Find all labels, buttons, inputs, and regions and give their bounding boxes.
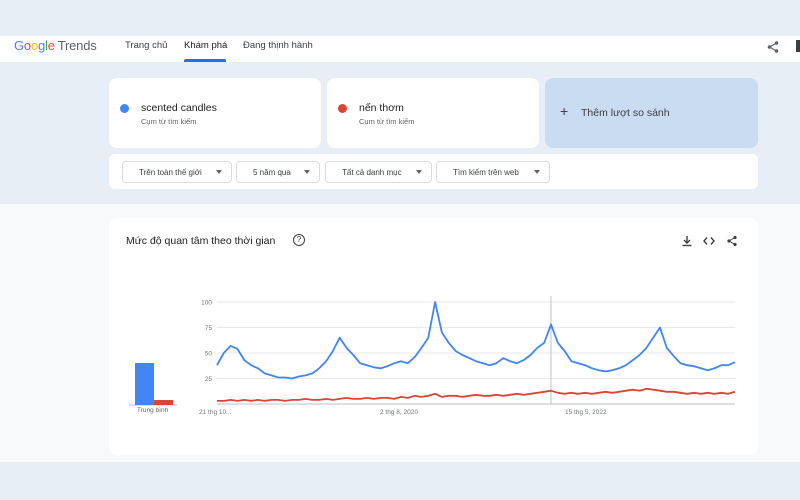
- y-tick-label: 50: [205, 351, 213, 358]
- chevron-down-icon: [534, 170, 540, 174]
- term-name: scented candles: [141, 102, 217, 114]
- nav-explore[interactable]: Khám phá: [184, 40, 227, 51]
- nav-active-indicator: [184, 59, 226, 62]
- average-bar: [135, 363, 154, 405]
- help-icon[interactable]: ?: [293, 234, 305, 246]
- region-filter-label: Trên toàn thế giới: [139, 168, 202, 177]
- chevron-down-icon: [216, 170, 222, 174]
- nav-home[interactable]: Trang chủ: [125, 40, 167, 51]
- add-comparison-button[interactable]: + Thêm lượt so sánh: [545, 78, 758, 148]
- average-label: Trung bình: [137, 407, 169, 414]
- embed-code-icon[interactable]: [703, 235, 715, 247]
- add-comparison-label: Thêm lượt so sánh: [581, 107, 670, 119]
- term-color-dot: [338, 104, 347, 113]
- term-color-dot: [120, 104, 129, 113]
- search-term-card-1[interactable]: scented candles Cụm từ tìm kiếm: [109, 78, 321, 148]
- time-filter[interactable]: 5 năm qua: [236, 161, 320, 183]
- category-filter[interactable]: Tất cả danh mục: [325, 161, 432, 183]
- time-filter-label: 5 năm qua: [253, 168, 291, 177]
- plus-icon: +: [560, 103, 569, 119]
- x-tick-label: 2 thg 8, 2020: [380, 409, 418, 416]
- category-filter-label: Tất cả danh mục: [342, 168, 402, 177]
- average-bars: [129, 363, 177, 406]
- search-term-card-2[interactable]: nến thơm Cụm từ tìm kiếm: [327, 78, 539, 148]
- footer-band: [0, 462, 800, 500]
- top-app-bar: Google Trends Trang chủ Khám phá Đang thị…: [0, 36, 800, 62]
- menu-edge-icon[interactable]: [796, 40, 800, 52]
- search-type-filter[interactable]: Tìm kiếm trên web: [436, 161, 550, 183]
- term-name: nến thơm: [359, 102, 404, 114]
- x-tick-label: 15 thg 5, 2022: [565, 409, 607, 416]
- term-type: Cụm từ tìm kiếm: [359, 117, 415, 126]
- average-bar: [154, 400, 173, 405]
- term-type: Cụm từ tìm kiếm: [141, 117, 197, 126]
- filter-bar: Trên toàn thế giới 5 năm qua Tất cả danh…: [109, 154, 758, 189]
- y-tick-label: 75: [205, 325, 213, 332]
- share-icon[interactable]: [766, 40, 780, 54]
- chevron-down-icon: [304, 170, 310, 174]
- search-type-filter-label: Tìm kiếm trên web: [453, 168, 519, 177]
- share-chart-icon[interactable]: [726, 235, 738, 247]
- x-tick-label: 21 thg 10...: [199, 409, 232, 416]
- region-filter[interactable]: Trên toàn thế giới: [122, 161, 232, 183]
- interest-line-chart[interactable]: 100 75 50 25 21 thg 10... 2 thg 8, 2020 15 thg…: [195, 294, 735, 426]
- series-line-scented-candles: [216, 301, 735, 380]
- chart-title: Mức độ quan tâm theo thời gian: [126, 235, 276, 247]
- nav-trending[interactable]: Đang thịnh hành: [243, 40, 313, 51]
- interest-over-time-card: Mức độ quan tâm theo thời gian ? Trung b…: [109, 218, 758, 455]
- series-line-nen-thom: [217, 387, 735, 402]
- y-tick-label: 25: [205, 376, 213, 383]
- y-tick-label: 100: [201, 300, 212, 307]
- google-trends-logo[interactable]: Google Trends: [14, 38, 97, 53]
- chevron-down-icon: [416, 170, 422, 174]
- download-icon[interactable]: [681, 235, 693, 247]
